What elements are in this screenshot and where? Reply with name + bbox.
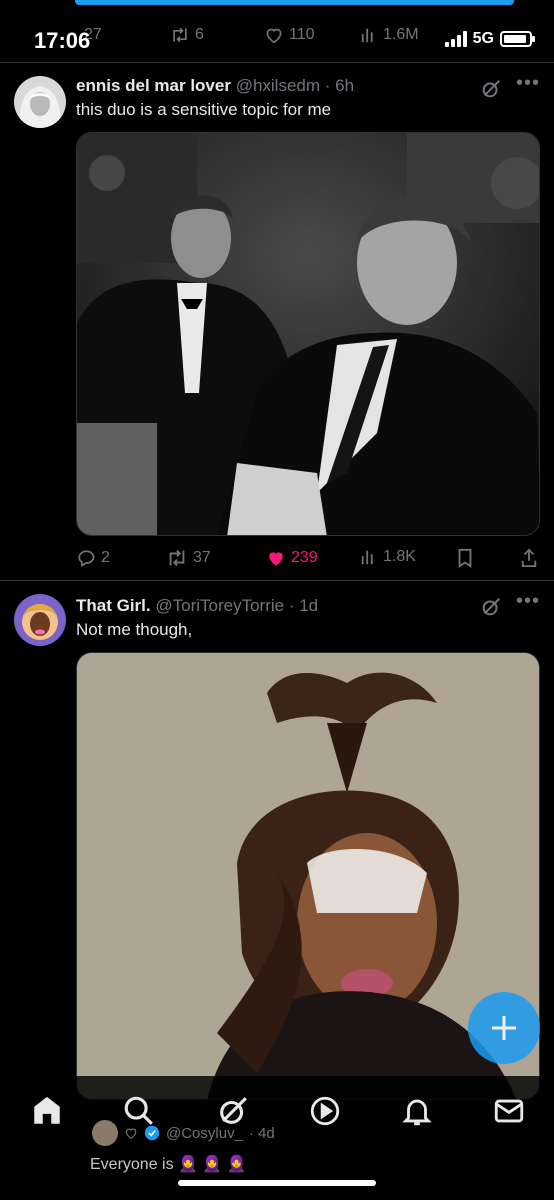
home-icon[interactable] bbox=[30, 1094, 64, 1128]
views-button[interactable]: 1.8K bbox=[360, 548, 416, 566]
share-icon bbox=[521, 548, 537, 567]
more-icon[interactable]: ••• bbox=[516, 590, 540, 613]
tweet[interactable]: ennis del mar lover @hxilsedm · 6h ••• t… bbox=[0, 62, 554, 580]
user-handle[interactable]: @hxilsedm bbox=[236, 76, 320, 95]
tweet-text: Not me though, bbox=[76, 620, 193, 639]
signal-icon bbox=[444, 31, 467, 47]
status-indicators: 5G bbox=[444, 30, 535, 48]
like-button[interactable]: 239 bbox=[266, 548, 318, 568]
search-icon[interactable] bbox=[122, 1094, 156, 1128]
user-handle[interactable]: @ToriToreyTorrie bbox=[155, 596, 284, 615]
bookmark-button[interactable] bbox=[456, 548, 474, 568]
tweet-time: · 6h bbox=[324, 76, 355, 95]
compose-button[interactable] bbox=[468, 992, 540, 1064]
tweet-header: ennis del mar lover @hxilsedm · 6h bbox=[76, 76, 474, 96]
reply-icon bbox=[78, 550, 95, 567]
share-button[interactable] bbox=[520, 548, 538, 568]
mail-icon[interactable] bbox=[492, 1094, 526, 1128]
bell-icon[interactable] bbox=[400, 1094, 434, 1128]
display-name[interactable]: ennis del mar lover bbox=[76, 76, 231, 95]
status-time: 17:06 bbox=[34, 28, 91, 53]
bookmark-icon bbox=[458, 548, 472, 568]
retweet-icon bbox=[169, 550, 185, 566]
retweet-button[interactable]: 37 bbox=[166, 548, 211, 568]
tweet-photo[interactable] bbox=[76, 132, 540, 536]
tweet-header: That Girl. @ToriToreyTorrie · 1d bbox=[76, 596, 474, 616]
grok-icon[interactable] bbox=[480, 596, 502, 618]
tweet-actions: 2 37 239 1.8K bbox=[76, 548, 540, 572]
views-icon bbox=[361, 550, 373, 565]
avatar[interactable] bbox=[14, 76, 66, 128]
battery-icon bbox=[500, 31, 535, 47]
nav-icons bbox=[0, 1094, 554, 1130]
grok-icon[interactable] bbox=[480, 78, 502, 100]
grok-icon[interactable] bbox=[216, 1094, 250, 1128]
heart-icon bbox=[269, 552, 283, 566]
compose-icon bbox=[492, 1016, 516, 1040]
home-indicator[interactable] bbox=[178, 1180, 376, 1186]
display-name[interactable]: That Girl. bbox=[76, 596, 151, 615]
reply-text: Everyone is 🧕 🧕 🧕 bbox=[90, 1156, 247, 1173]
network-type: 5G bbox=[472, 30, 494, 47]
status-bar: 17:06 5G bbox=[0, 0, 554, 62]
avatar[interactable] bbox=[14, 594, 66, 646]
video-icon[interactable] bbox=[308, 1094, 342, 1128]
reply-button[interactable]: 2 bbox=[76, 548, 110, 568]
tweet-text: this duo is a sensitive topic for me bbox=[76, 100, 332, 119]
tweet-time: · 1d bbox=[288, 596, 319, 615]
more-icon[interactable]: ••• bbox=[516, 72, 540, 95]
